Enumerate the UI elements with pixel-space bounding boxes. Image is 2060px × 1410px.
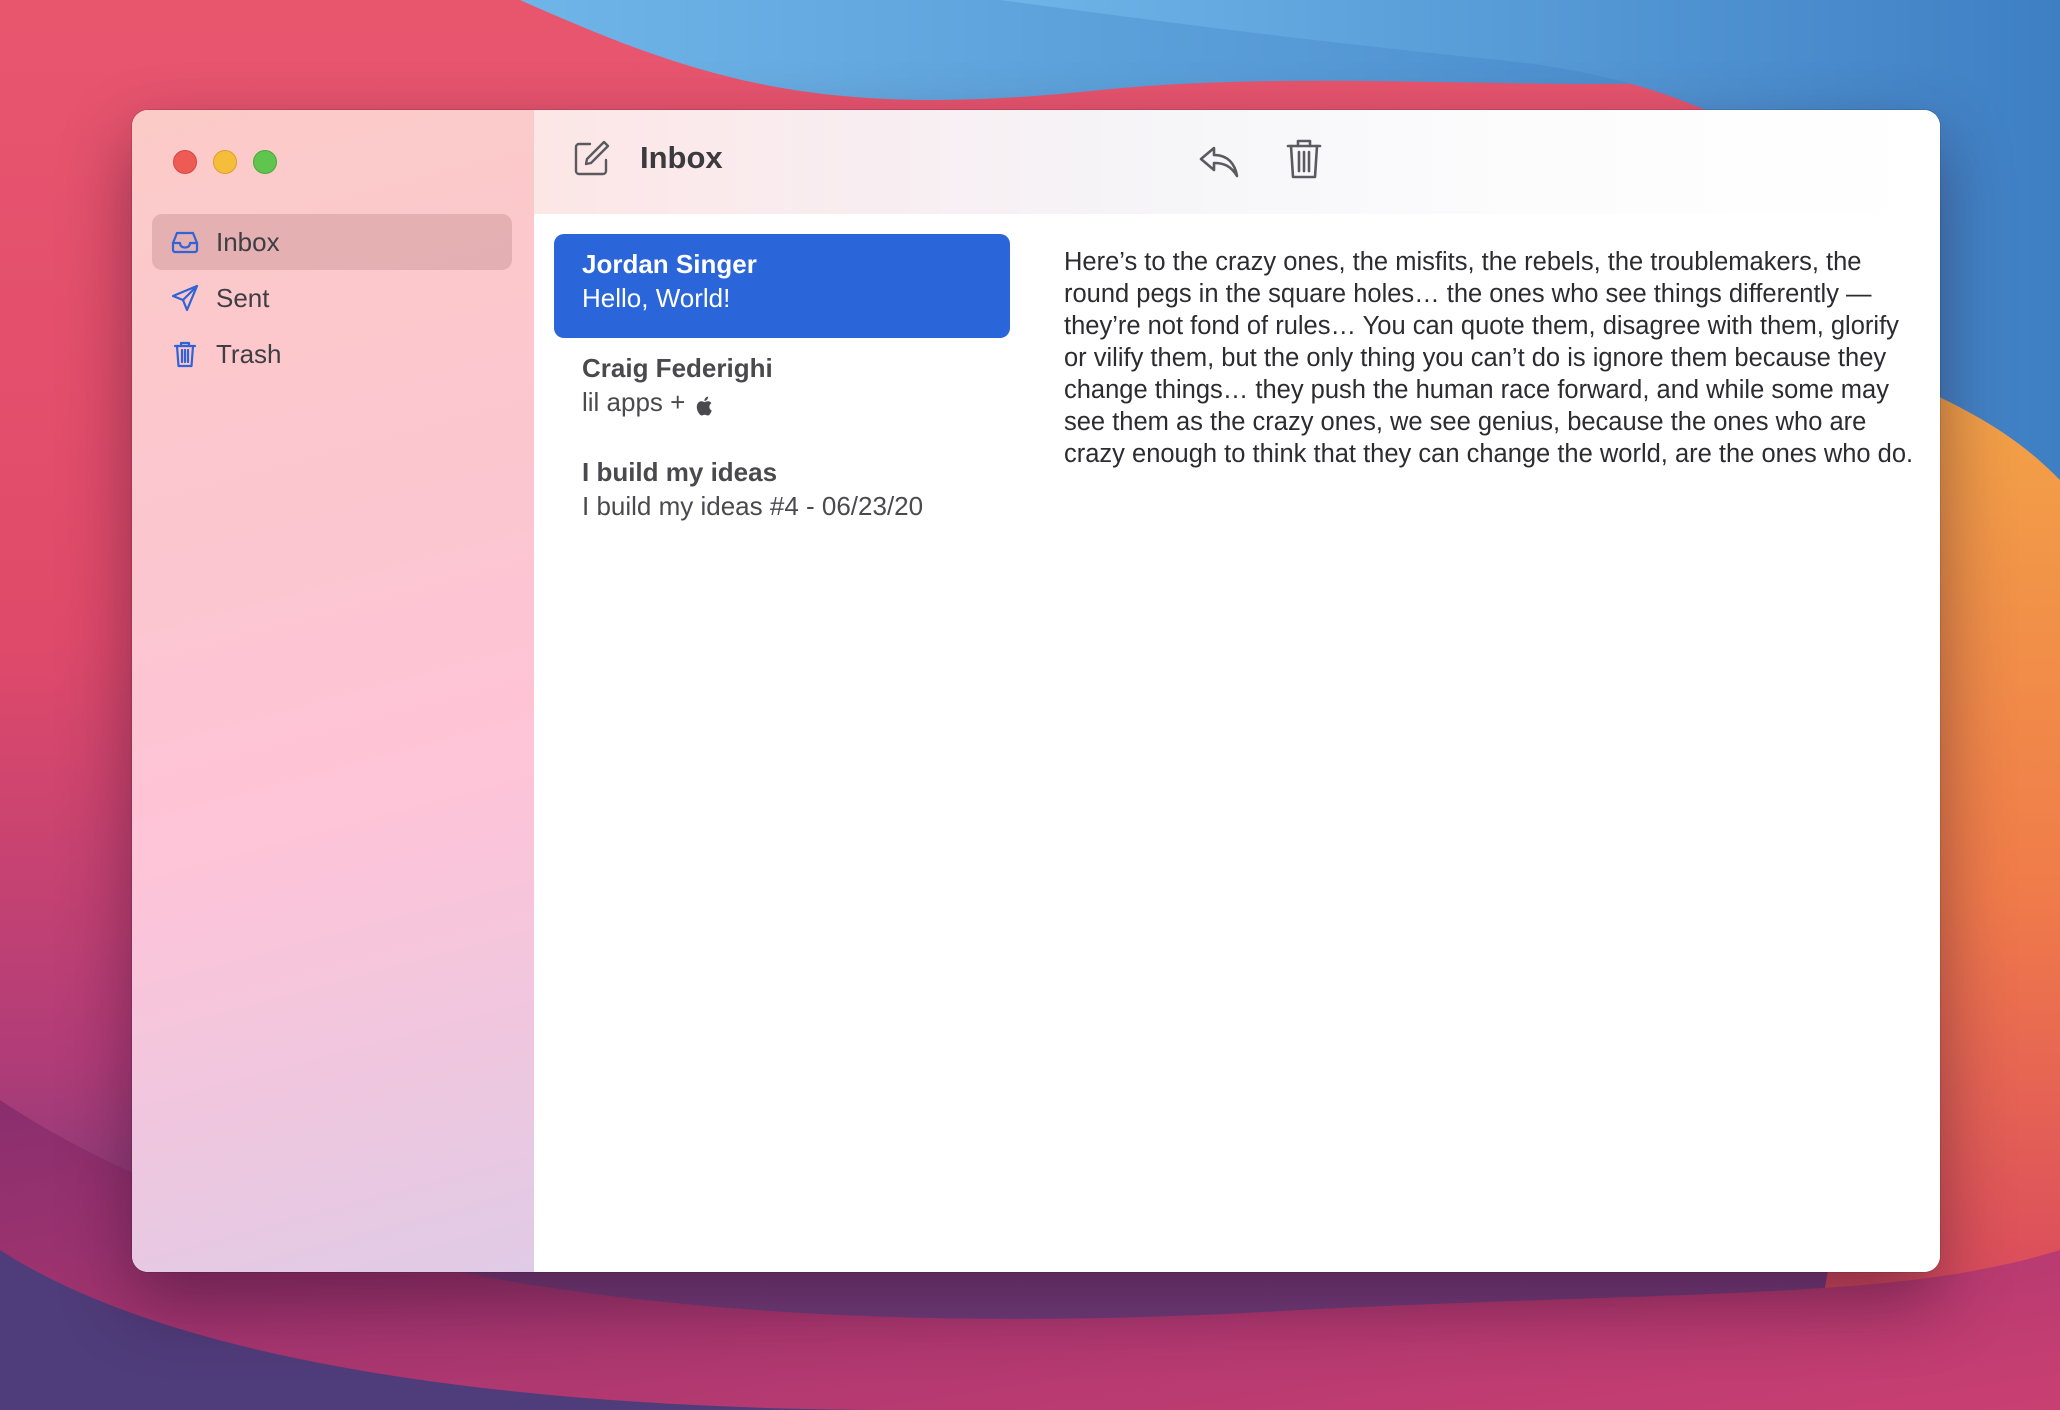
close-window-button[interactable]: [173, 150, 197, 174]
compose-button[interactable]: [570, 138, 612, 180]
message-list: Jordan Singer Hello, World! Craig Federi…: [534, 214, 1032, 1272]
reply-button[interactable]: [1196, 138, 1242, 184]
apple-logo-icon: [693, 391, 713, 416]
message-sender: Jordan Singer: [582, 249, 757, 279]
minimize-window-button[interactable]: [213, 150, 237, 174]
list-item[interactable]: I build my ideas I build my ideas #4 - 0…: [554, 442, 1010, 546]
message-sender: I build my ideas: [582, 457, 778, 487]
delete-button[interactable]: [1284, 136, 1324, 182]
list-item[interactable]: Jordan Singer Hello, World!: [554, 234, 1010, 338]
sidebar-item-label: Inbox: [216, 226, 280, 257]
page-title: Inbox: [640, 140, 723, 175]
message-subject: I build my ideas #4 - 06/23/20: [582, 491, 924, 521]
window-controls: [173, 150, 277, 174]
message-subject-row: lil apps +: [582, 385, 982, 419]
sidebar-item-label: Sent: [216, 282, 270, 313]
sidebar-item-inbox[interactable]: Inbox: [152, 214, 512, 270]
sidebar-item-trash[interactable]: Trash: [152, 326, 512, 382]
mail-window: Inbox Sent Trash Inbox Jordan Singer Hel…: [132, 110, 1940, 1272]
sidebar-item-sent[interactable]: Sent: [152, 270, 512, 326]
message-body: Here’s to the crazy ones, the misfits, t…: [1064, 248, 1914, 468]
mailbox-nav: Inbox Sent Trash: [152, 214, 512, 382]
inbox-tray-icon: [168, 225, 202, 259]
compose-icon: [574, 140, 610, 176]
message-sender: Craig Federighi: [582, 353, 773, 383]
sidebar-item-label: Trash: [216, 338, 282, 369]
reply-arrow-icon: [1199, 146, 1239, 178]
main-content: Inbox Jordan Singer Hello, World! Craig …: [534, 110, 1940, 1272]
message-reader: Here’s to the crazy ones, the misfits, t…: [1030, 214, 1940, 1272]
message-subject: Hello, World!: [582, 283, 731, 313]
sidebar: Inbox Sent Trash: [132, 110, 535, 1272]
paper-plane-icon: [168, 281, 202, 315]
toolbar: Inbox: [534, 110, 1940, 215]
zoom-window-button[interactable]: [253, 150, 277, 174]
message-subject: lil apps +: [582, 387, 686, 417]
list-item[interactable]: Craig Federighi lil apps +: [554, 338, 1010, 442]
trash-icon: [168, 337, 202, 371]
trash-icon: [1286, 139, 1322, 179]
